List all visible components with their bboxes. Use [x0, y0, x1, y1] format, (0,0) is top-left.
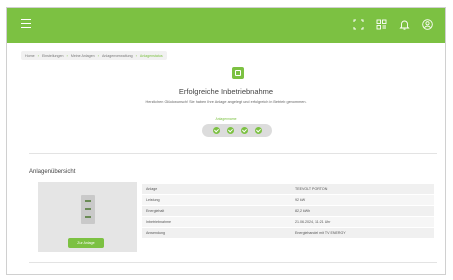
step-check-icon — [240, 127, 248, 134]
breadcrumb-item-home[interactable]: Home — [25, 54, 35, 58]
row-key: Anlage — [146, 187, 158, 191]
breadcrumb-separator-icon: › — [135, 53, 137, 58]
top-navbar — [7, 8, 445, 43]
row-key: Inbetriebnahme — [146, 220, 171, 225]
device-image-panel: Zur Anlage — [38, 182, 137, 252]
table-row: Energiehalt 82,2 kWh — [142, 206, 434, 217]
breadcrumb: Home › Einstellungen › Meine Anlagen › A… — [21, 51, 167, 60]
row-key: Anwendung — [146, 231, 165, 236]
page-subtitle: Herzlichen Glückwunsch! Sie haben Ihre A… — [145, 100, 307, 104]
bell-icon[interactable] — [397, 17, 412, 32]
step-check-icon — [226, 127, 234, 134]
section-title: Anlagenübersicht — [29, 169, 76, 175]
topbar-actions — [351, 17, 435, 32]
divider — [29, 262, 437, 263]
scan-icon[interactable] — [351, 17, 366, 32]
row-value: TEEVOLT PORTON — [295, 187, 328, 191]
breadcrumb-item-my-plants[interactable]: Meine Anlagen — [71, 54, 95, 58]
table-row: Leistung 92 kW — [142, 195, 434, 206]
breadcrumb-item-current: Anlagenstatus — [139, 53, 163, 58]
breadcrumb-separator-icon: › — [66, 53, 68, 58]
status-steps — [202, 124, 272, 137]
row-value: 21.06.2024, 11:21 Uhr — [295, 220, 331, 225]
row-value: 82,2 kWh — [295, 209, 311, 214]
table-row: Inbetriebnahme 21.06.2024, 11:21 Uhr — [142, 217, 434, 228]
row-key: Energiehalt — [146, 209, 165, 214]
plant-info-table: Anlage TEEVOLT PORTON Leistung 92 kW Ene… — [142, 184, 434, 239]
breadcrumb-item-plant-management[interactable]: Anlagenverwaltung — [102, 54, 133, 58]
status-label: Anlagenname — [215, 117, 237, 121]
table-row: Anwendung Energiehandel mit TV ENERGY — [142, 228, 434, 239]
page-title: Erfolgreiche Inbetriebnahme — [178, 87, 274, 96]
go-to-plant-button[interactable]: Zur Anlage — [68, 238, 104, 248]
success-icon — [232, 67, 244, 79]
breadcrumb-separator-icon: › — [97, 53, 99, 58]
menu-icon[interactable] — [21, 19, 31, 29]
row-key: Leistung — [146, 198, 160, 203]
app-window: Home › Einstellungen › Meine Anlagen › A… — [6, 7, 446, 275]
divider — [29, 153, 437, 154]
breadcrumb-separator-icon: › — [37, 53, 39, 58]
row-value: 92 kW — [295, 198, 306, 203]
row-value: Energiehandel mit TV ENERGY — [295, 231, 346, 236]
grid-icon[interactable] — [374, 17, 389, 32]
user-icon[interactable] — [420, 17, 435, 32]
breadcrumb-item-settings[interactable]: Einstellungen — [42, 54, 64, 58]
step-check-icon — [212, 127, 220, 134]
step-check-icon — [254, 127, 262, 134]
table-row: Anlage TEEVOLT PORTON — [142, 184, 434, 194]
wallbox-image — [81, 195, 95, 224]
